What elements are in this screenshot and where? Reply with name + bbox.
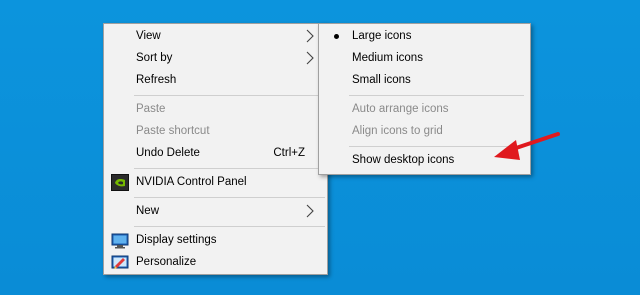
nvidia-icon bbox=[111, 174, 129, 191]
menu-item-undo-delete-label: Undo Delete bbox=[136, 147, 200, 159]
menu-item-undo-delete[interactable]: Undo Delete Ctrl+Z bbox=[104, 143, 327, 164]
submenu-item-auto-arrange-label: Auto arrange icons bbox=[352, 103, 449, 115]
shortcut-text: Ctrl+Z bbox=[273, 147, 305, 159]
submenu-item-large-icons-label: Large icons bbox=[352, 30, 412, 42]
menu-item-view-label: View bbox=[136, 30, 161, 42]
submenu-item-large-icons[interactable]: Large icons bbox=[319, 26, 530, 47]
personalize-icon bbox=[111, 255, 129, 269]
menu-item-paste: Paste bbox=[104, 99, 327, 120]
menu-separator bbox=[134, 168, 325, 169]
submenu-item-align-grid-label: Align icons to grid bbox=[352, 125, 443, 137]
menu-item-sort-by[interactable]: Sort by bbox=[104, 48, 327, 69]
desktop-context-menu: View Sort by Refresh Paste Paste shortcu… bbox=[103, 23, 328, 275]
submenu-item-show-desktop-icons-label: Show desktop icons bbox=[352, 154, 455, 166]
menu-item-paste-shortcut-label: Paste shortcut bbox=[136, 125, 210, 137]
radio-bullet-icon bbox=[334, 34, 339, 39]
chevron-right-icon bbox=[306, 29, 314, 43]
submenu-item-small-icons[interactable]: Small icons bbox=[319, 70, 530, 91]
menu-item-display-settings-label: Display settings bbox=[136, 234, 217, 246]
menu-item-paste-shortcut: Paste shortcut bbox=[104, 121, 327, 142]
menu-item-new-label: New bbox=[136, 205, 160, 217]
menu-item-sort-by-label: Sort by bbox=[136, 52, 173, 64]
menu-item-paste-label: Paste bbox=[136, 103, 166, 115]
menu-item-refresh-label: Refresh bbox=[136, 74, 177, 86]
chevron-right-icon bbox=[306, 51, 314, 65]
menu-separator bbox=[349, 95, 524, 96]
display-icon bbox=[111, 233, 129, 249]
menu-separator bbox=[134, 197, 325, 198]
menu-item-nvidia-label: NVIDIA Control Panel bbox=[136, 176, 247, 188]
submenu-item-small-icons-label: Small icons bbox=[352, 74, 411, 86]
annotation-arrow-icon bbox=[494, 132, 560, 160]
menu-item-view[interactable]: View bbox=[104, 26, 327, 47]
submenu-item-medium-icons-label: Medium icons bbox=[352, 52, 423, 64]
menu-item-new[interactable]: New bbox=[104, 201, 327, 222]
menu-item-personalize-label: Personalize bbox=[136, 256, 197, 268]
menu-item-personalize[interactable]: Personalize bbox=[104, 252, 327, 273]
chevron-right-icon bbox=[306, 204, 314, 218]
menu-item-refresh[interactable]: Refresh bbox=[104, 70, 327, 91]
submenu-item-medium-icons[interactable]: Medium icons bbox=[319, 48, 530, 69]
menu-item-display-settings[interactable]: Display settings bbox=[104, 230, 327, 251]
menu-separator bbox=[134, 95, 325, 96]
submenu-item-auto-arrange: Auto arrange icons bbox=[319, 99, 530, 120]
menu-separator bbox=[134, 226, 325, 227]
menu-item-nvidia-control-panel[interactable]: NVIDIA Control Panel bbox=[104, 172, 327, 193]
